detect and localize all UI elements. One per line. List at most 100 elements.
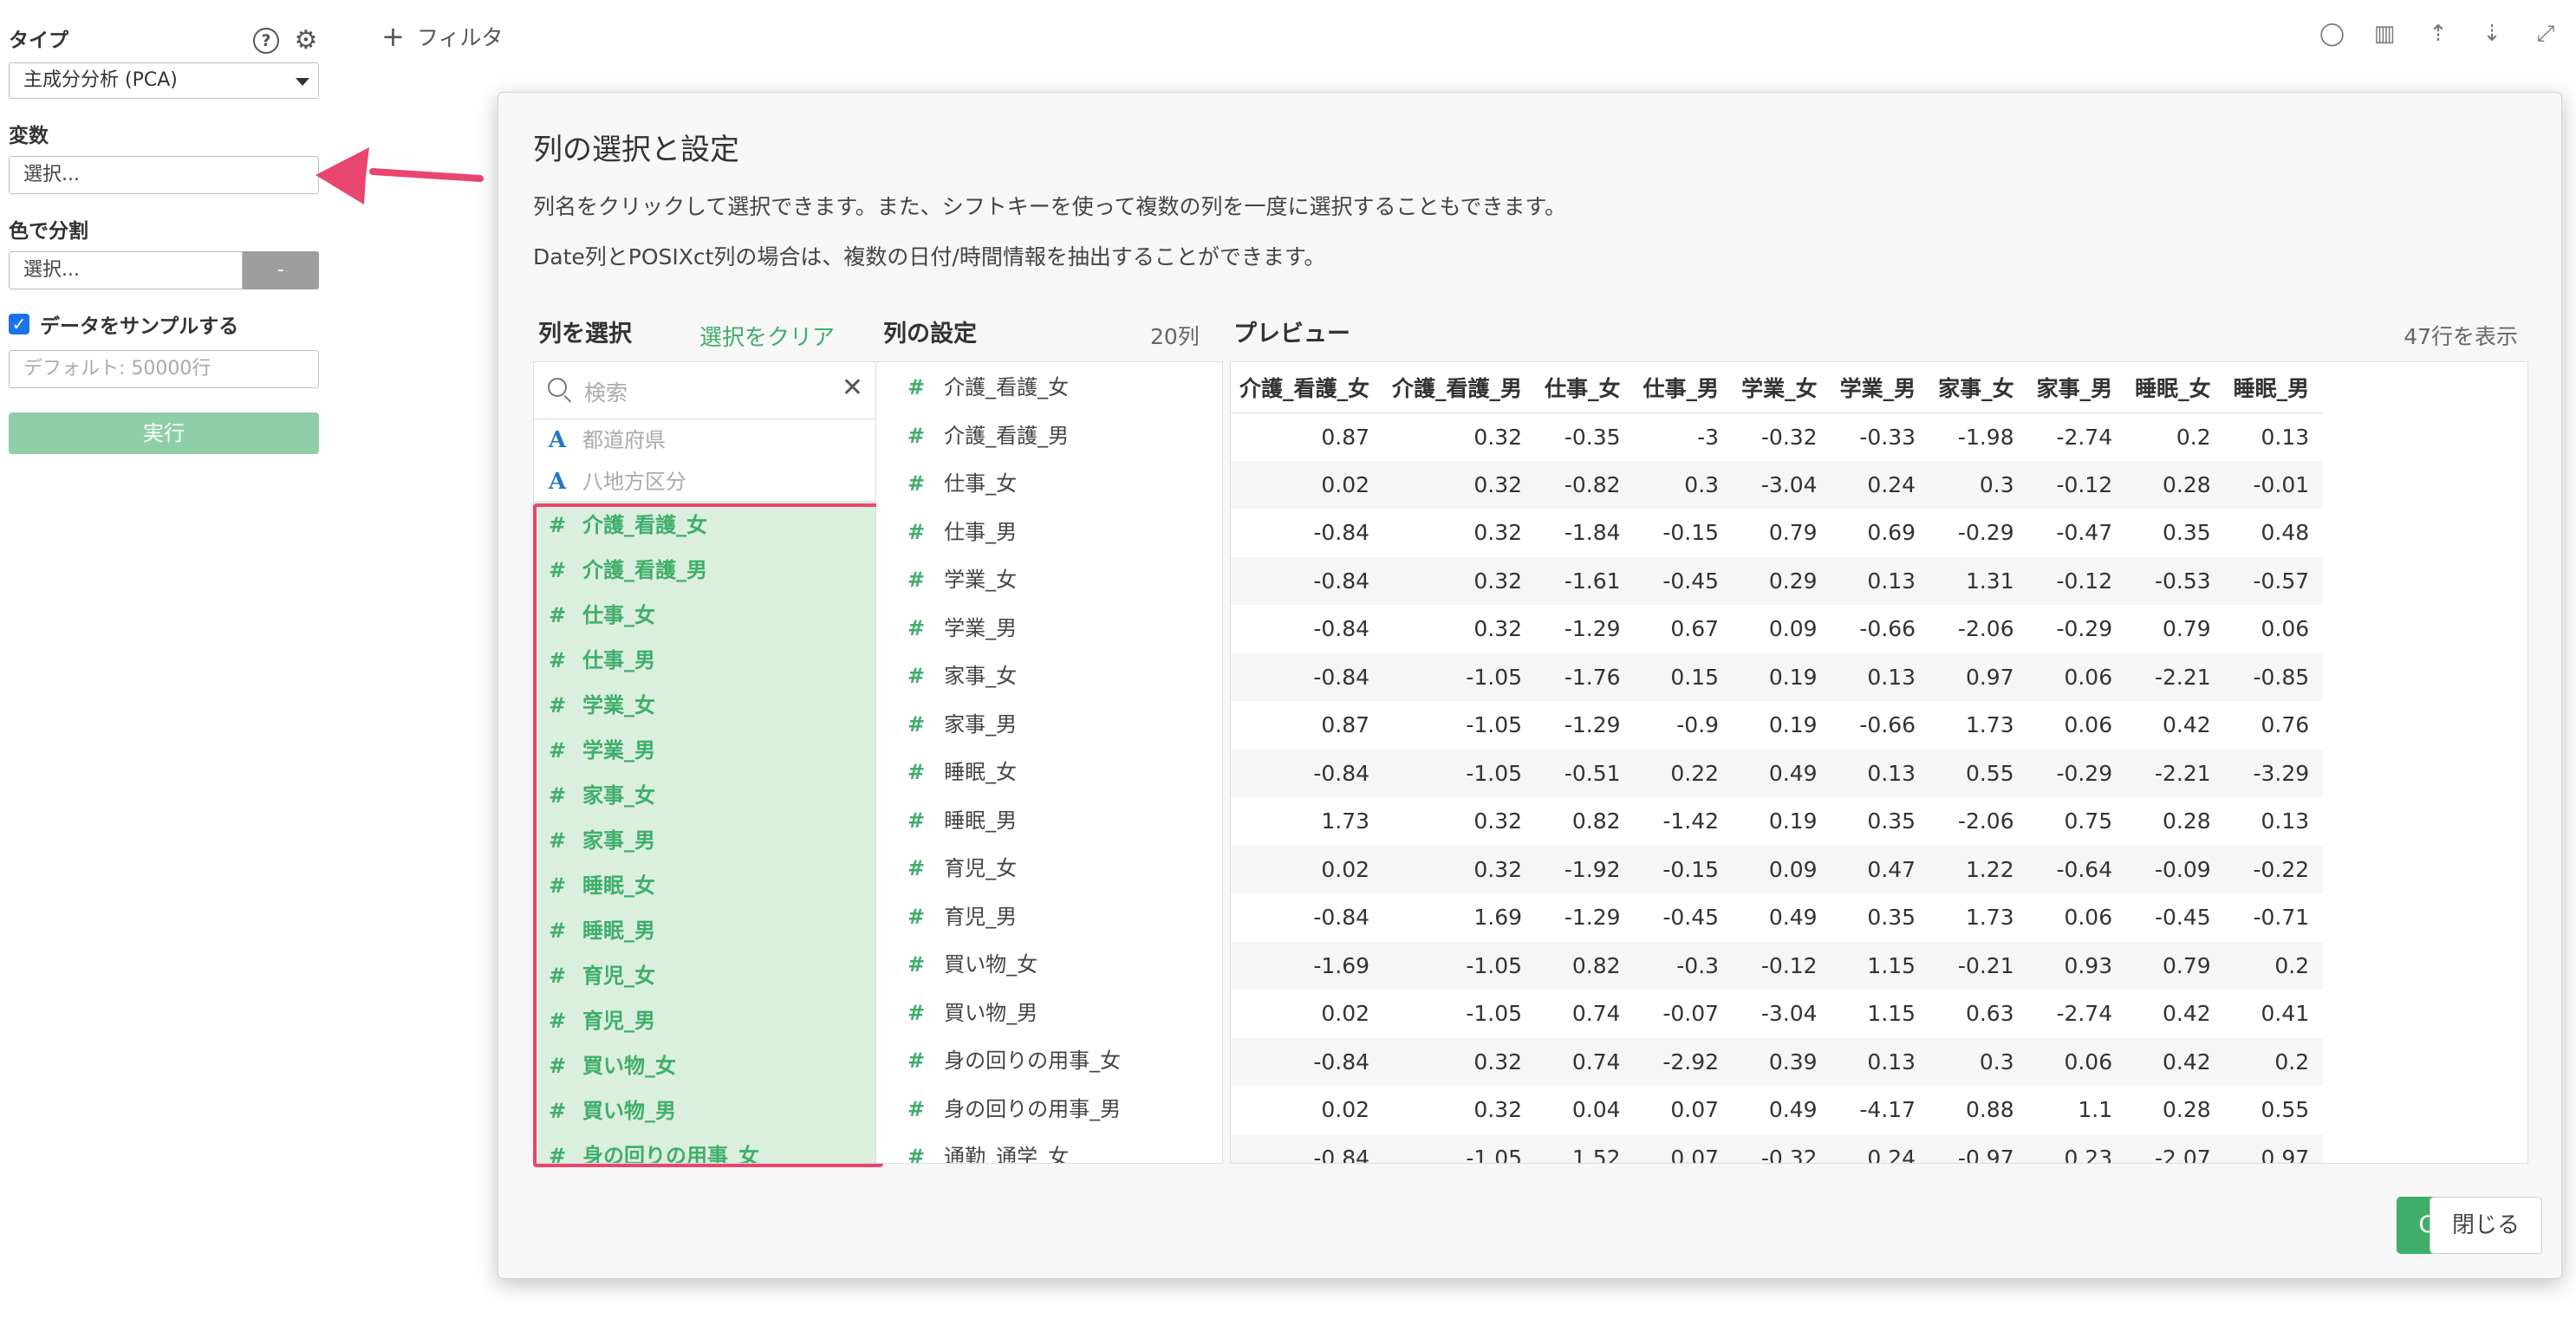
column-item-selected[interactable]: # 家事_女	[534, 773, 875, 818]
column-item-selected[interactable]: # 育児_男	[534, 998, 875, 1043]
color-split-select[interactable]: 選択...	[9, 251, 243, 289]
download-icon[interactable]: ⇣	[2481, 21, 2503, 47]
column-item-selected[interactable]: # 介護_看護_男	[534, 548, 875, 593]
settings-item[interactable]: # 育児_男	[876, 893, 1222, 942]
numeric-type-icon: #	[548, 1009, 567, 1033]
preview-body: 0.87 0.32 -0.35 -3 -0.32 -0.33 -1.98 -2.74 0.2 0.…	[1231, 412, 2324, 1163]
variable-select[interactable]: 選択...	[9, 156, 319, 194]
close-button[interactable]: 閉じる	[2430, 1197, 2542, 1254]
table-cell: 0.49	[1768, 905, 1818, 931]
settings-item[interactable]: # 学業_男	[876, 605, 1222, 653]
table-cell: -0.53	[2126, 556, 2225, 605]
numeric-type-icon: #	[548, 603, 567, 627]
preview-column-header: 家事_男	[2027, 362, 2127, 413]
settings-item[interactable]: # 睡眠_女	[876, 749, 1222, 797]
table-cell: 0.39	[1733, 1037, 1831, 1086]
table-cell: 0.49	[1733, 749, 1831, 797]
preview-table-container[interactable]: 介護_看護_女 介護_看護_男 仕事_女 仕事_男 学業_女 学業_男 家事_女 家事_男 睡眠…	[1230, 361, 2528, 1164]
settings-item-label: 睡眠_女	[944, 760, 1018, 784]
clear-selection-link[interactable]: 選択をクリア	[699, 320, 835, 352]
run-button[interactable]: 実行	[9, 412, 319, 454]
column-item-selected[interactable]: # 学業_男	[534, 728, 875, 773]
table-cell: -1.05	[1383, 749, 1537, 797]
table-cell: -1.29	[1564, 616, 1621, 642]
settings-item-label: 家事_男	[944, 711, 1018, 737]
settings-item[interactable]: # 介護_看護_女	[876, 364, 1222, 412]
preview-column-header: 学業_男	[1831, 362, 1930, 413]
settings-item[interactable]: # 家事_女	[876, 653, 1222, 701]
table-cell: -0.32	[1733, 1133, 1831, 1163]
table-cell: -2.74	[2056, 1001, 2113, 1027]
color-split-minus-button[interactable]: -	[243, 251, 319, 289]
table-cell: -2.06	[1957, 616, 2014, 642]
table-cell: -0.12	[2027, 460, 2127, 509]
table-cell: 0.74	[1571, 1001, 1621, 1027]
column-item-label: 買い物_男	[582, 1099, 676, 1123]
column-item-selected[interactable]: # 育児_女	[534, 953, 875, 998]
settings-item[interactable]: # 介護_看護_男	[876, 412, 1222, 461]
sample-checkbox[interactable]: ✓	[9, 314, 29, 334]
filter-button[interactable]: + フィルタ	[381, 21, 503, 52]
expand-icon[interactable]: ⤢	[2534, 21, 2557, 47]
column-item-selected[interactable]: # 家事_男	[534, 818, 875, 863]
column-item-selected[interactable]: # 学業_女	[534, 683, 875, 728]
table-cell: 0.02	[1321, 1001, 1370, 1027]
table-cell: -0.15	[1662, 520, 1720, 546]
select-columns-header: 列を選択	[538, 321, 632, 347]
table-cell: 0.06	[2027, 653, 2127, 701]
table-cell: 0.24	[1831, 460, 1930, 509]
column-item-selected[interactable]: # 介護_看護_女	[534, 503, 875, 548]
settings-item[interactable]: # 育児_女	[876, 845, 1222, 893]
preview-column-header: 睡眠_女	[2126, 362, 2225, 413]
sample-size-input[interactable]: デフォルト: 50000行	[9, 350, 319, 388]
table-cell: -0.84	[1231, 1133, 1384, 1163]
upload-icon[interactable]: ⇡	[2427, 21, 2449, 47]
settings-item-label: 身の回りの用事_女	[944, 1049, 1122, 1073]
table-cell: -0.64	[2027, 845, 2127, 893]
column-item-selected[interactable]: # 身の回りの用事_女	[534, 1133, 875, 1163]
column-item-selected[interactable]: # 買い物_男	[534, 1088, 875, 1133]
settings-item[interactable]: # 睡眠_男	[876, 797, 1222, 846]
table-cell: 0.06	[2261, 616, 2310, 642]
settings-item[interactable]: # 身の回りの用事_女	[876, 1037, 1222, 1086]
gear-icon[interactable]: ⚙	[293, 28, 319, 54]
settings-item[interactable]: # 通勤_通学_女	[876, 1133, 1222, 1163]
settings-item[interactable]: # 仕事_男	[876, 509, 1222, 557]
table-cell: -2.07	[2126, 1133, 2225, 1163]
help-icon[interactable]: ?	[253, 28, 279, 54]
settings-item[interactable]: # 買い物_女	[876, 941, 1222, 990]
settings-item[interactable]: # 買い物_男	[876, 990, 1222, 1038]
chart-icon[interactable]: ▥	[2373, 21, 2396, 47]
table-cell: 0.13	[1831, 653, 1930, 701]
table-cell: 0.82	[1571, 808, 1621, 834]
column-search[interactable]: 検索 ✕	[534, 362, 875, 419]
table-cell: 0.02	[1231, 460, 1384, 509]
column-item-selected[interactable]: # 睡眠_女	[534, 863, 875, 908]
table-cell: -0.84	[1231, 653, 1384, 701]
column-list[interactable]: 検索 ✕ A 都道府県 A 八地方区分 # 介護_看護_女 # 介護_看護_男 # 仕事_女 # 仕事…	[533, 361, 876, 1164]
dialog-title: 列の選択と設定	[533, 133, 739, 167]
column-item-string[interactable]: A 都道府県	[534, 419, 875, 461]
comment-icon[interactable]: ◯	[2319, 21, 2345, 47]
column-item-string[interactable]: A 八地方区分	[534, 461, 875, 503]
type-select[interactable]: 主成分分析 (PCA)	[9, 62, 319, 99]
table-cell: -0.66	[1859, 712, 1916, 738]
column-item-selected[interactable]: # 買い物_女	[534, 1043, 875, 1088]
table-cell: -0.82	[1536, 460, 1635, 509]
column-settings-header: 列の設定	[883, 321, 977, 347]
table-cell: 0.55	[1929, 749, 2028, 797]
preview-header: プレビュー	[1233, 321, 1350, 347]
table-cell: 0.29	[1733, 556, 1831, 605]
column-item-selected[interactable]: # 仕事_男	[534, 638, 875, 683]
close-icon[interactable]: ✕	[842, 373, 863, 403]
numeric-type-icon: #	[907, 615, 926, 640]
search-input[interactable]: 検索	[584, 376, 628, 407]
column-item-selected[interactable]: # 睡眠_男	[534, 908, 875, 953]
table-cell: -0.47	[2056, 520, 2113, 546]
column-item-selected[interactable]: # 仕事_女	[534, 593, 875, 638]
settings-item[interactable]: # 身の回りの用事_男	[876, 1086, 1222, 1134]
settings-item[interactable]: # 家事_男	[876, 701, 1222, 750]
table-cell: 0.47	[1831, 845, 1930, 893]
settings-item[interactable]: # 学業_女	[876, 556, 1222, 605]
settings-item[interactable]: # 仕事_女	[876, 460, 1222, 509]
